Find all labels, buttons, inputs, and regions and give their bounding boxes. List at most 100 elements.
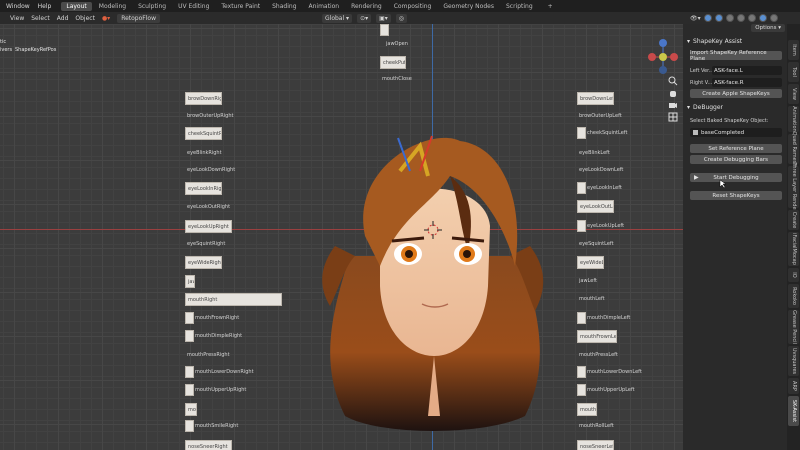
tab-shading[interactable]: Shading: [267, 2, 301, 11]
shapekey-plane[interactable]: mouthFrownLeft: [577, 330, 617, 343]
gizmo-toggle-icon[interactable]: [703, 14, 712, 22]
viewport-overlay-text: tic: [0, 39, 7, 45]
workspace-tabs: Layout Modeling Sculpting UV Editing Tex…: [61, 1, 558, 11]
shapekey-plane[interactable]: browDownLeft: [577, 92, 614, 105]
pan-hand-icon[interactable]: [668, 88, 678, 98]
tab-ifacialmocap[interactable]: iFacialMocap: [788, 232, 799, 266]
shapekey-plane-stub[interactable]: [577, 312, 586, 324]
shapekey-label: mouthLeft: [579, 296, 605, 302]
shapekey-plane[interactable]: noseSneerLeft: [577, 440, 614, 450]
create-debugging-bars-button[interactable]: Create Debugging Bars: [690, 155, 782, 164]
shapekey-plane-stub[interactable]: [577, 127, 586, 139]
shapekey-plane-stub[interactable]: [185, 384, 194, 396]
right-vertex-group-field[interactable]: ASK-face.R: [712, 78, 782, 87]
tab-animation[interactable]: Animation: [304, 2, 345, 11]
shapekey-plane-stub[interactable]: [577, 182, 586, 194]
shapekey-plane-stub[interactable]: [185, 330, 194, 342]
tab-modeling[interactable]: Modeling: [94, 2, 131, 11]
orientation-dropdown[interactable]: Global ▾: [322, 13, 353, 23]
shapekey-plane[interactable]: mouthRollRight: [185, 403, 197, 416]
shapekey-plane[interactable]: noseSneerRight: [185, 440, 232, 450]
import-reference-plane-button[interactable]: Import ShapeKey Reference Plane: [690, 50, 782, 62]
shapekey-plane[interactable]: eyeLookUpRight: [185, 220, 232, 233]
tab-layout[interactable]: Layout: [61, 1, 92, 11]
tab-scripting[interactable]: Scripting: [501, 2, 538, 11]
3d-viewport[interactable]: tic ivers ShapeKeyRefPos browDownRight b…: [0, 24, 683, 450]
proportional-edit-icon[interactable]: ◎: [395, 13, 408, 23]
top-bar: Window Help Layout Modeling Sculpting UV…: [0, 0, 800, 12]
shapekey-plane[interactable]: eyeLookInRight: [185, 182, 222, 195]
zoom-icon[interactable]: [668, 76, 678, 86]
tab-quad-remesh[interactable]: Quad Remesh: [788, 132, 799, 166]
shapekey-plane-stub[interactable]: [185, 420, 194, 432]
tab-rendering[interactable]: Rendering: [346, 2, 387, 11]
menu-window[interactable]: Window: [6, 3, 30, 10]
shading-wireframe-icon[interactable]: [736, 14, 745, 22]
overlay-toggle-icon[interactable]: [714, 14, 723, 22]
shapekey-plane[interactable]: eyeWideRight: [185, 256, 222, 269]
shapekey-plane[interactable]: browDownRight: [185, 92, 222, 105]
debugger-header[interactable]: ▾ DeBugger: [687, 104, 723, 111]
shapekey-assist-header[interactable]: ▾ ShapeKey Assist: [687, 38, 742, 45]
shapekey-plane[interactable]: mouthSmileLeft: [577, 403, 597, 416]
shapekey-plane[interactable]: eyeWideLeft: [577, 256, 604, 269]
object-mode-icon[interactable]: ●▾: [102, 15, 110, 22]
menu-select[interactable]: Select: [31, 15, 50, 22]
shapekey-label: mouthPressLeft: [579, 352, 618, 358]
shading-solid-icon[interactable]: [747, 14, 756, 22]
tab-animation[interactable]: Animation: [788, 106, 799, 132]
shapekey-plane-stub[interactable]: [577, 220, 586, 232]
create-apple-shapekeys-button[interactable]: Create Apple ShapeKeys: [690, 89, 782, 98]
shapekey-plane[interactable]: cheekSquintRight: [185, 127, 222, 140]
pivot-icon[interactable]: ⊙▾: [357, 13, 372, 23]
tab-view[interactable]: View: [788, 84, 799, 104]
menu-add[interactable]: Add: [57, 15, 69, 22]
menu-object[interactable]: Object: [75, 15, 95, 22]
character-head-model[interactable]: [310, 116, 555, 436]
tab-label: SK-Assist: [790, 399, 797, 423]
tab-three-layer-render[interactable]: Three Layer Render: [788, 162, 799, 212]
tab-compositing[interactable]: Compositing: [389, 2, 437, 11]
baked-object-dropdown[interactable]: baseCompleted: [690, 128, 782, 137]
retopoflow-button[interactable]: RetopoFlow: [117, 13, 160, 23]
shapekey-plane[interactable]: jawRight: [185, 275, 195, 288]
tab-tool[interactable]: Tool: [788, 62, 799, 82]
camera-view-icon[interactable]: [668, 100, 678, 110]
shading-rendered-icon[interactable]: [769, 14, 778, 22]
tab-texture-paint[interactable]: Texture Paint: [216, 2, 265, 11]
tab-grease-pencil[interactable]: Grease Pencil: [788, 310, 799, 344]
menu-help[interactable]: Help: [38, 3, 52, 10]
menu-view[interactable]: View: [10, 15, 24, 22]
shading-material-icon[interactable]: [758, 14, 767, 22]
tab-sk-assist[interactable]: SK-Assist: [788, 396, 799, 426]
set-reference-plane-button[interactable]: Set Reference Plane: [690, 144, 782, 153]
tab-uv-editing[interactable]: UV Editing: [173, 2, 214, 11]
xray-icon[interactable]: [725, 14, 734, 22]
shapekey-plane-stub[interactable]: [185, 312, 194, 324]
reset-shapekeys-button[interactable]: Reset ShapeKeys: [690, 191, 782, 200]
tab-io[interactable]: IO: [788, 268, 799, 282]
tab-geometry-nodes[interactable]: Geometry Nodes: [438, 2, 499, 11]
tab-arp[interactable]: ARP: [788, 378, 799, 394]
tab-label: Create: [790, 211, 797, 229]
tab-uvsquares[interactable]: Uvsquares: [788, 346, 799, 376]
perspective-grid-icon[interactable]: [668, 112, 678, 122]
add-workspace-button[interactable]: +: [543, 2, 558, 11]
options-button[interactable]: Options ▾: [751, 24, 785, 32]
start-debugging-button[interactable]: ▶ Start Debugging: [690, 173, 782, 182]
shapekey-plane-stub[interactable]: [577, 366, 586, 378]
tab-rokoko[interactable]: Rokoko: [788, 284, 799, 308]
visibility-icon[interactable]: 👁▾: [690, 15, 701, 22]
tab-item[interactable]: Item: [788, 40, 799, 60]
shapekey-plane-stub[interactable]: [185, 366, 194, 378]
shapekey-plane[interactable]: cheekPuff: [380, 56, 406, 69]
snap-icon[interactable]: ▣▾: [376, 13, 391, 23]
shapekey-plane-stub[interactable]: [577, 384, 586, 396]
left-vertex-group-field[interactable]: ASK-face.L: [712, 66, 782, 75]
shapekey-plane[interactable]: mouthRight: [185, 293, 282, 306]
tab-create[interactable]: Create: [788, 210, 799, 230]
shapekey-plane-stub[interactable]: [380, 24, 389, 36]
3d-cursor-icon[interactable]: [424, 221, 442, 239]
tab-sculpting[interactable]: Sculpting: [133, 2, 171, 11]
shapekey-plane[interactable]: eyeLookOutLeft: [577, 200, 614, 213]
